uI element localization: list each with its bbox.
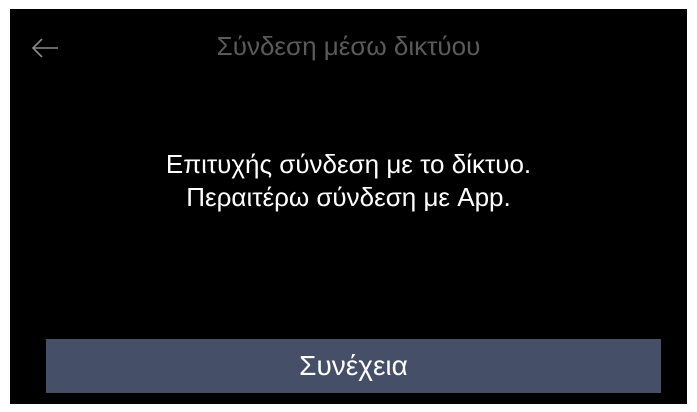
status-message: Επιτυχής σύνδεση με το δίκτυο. Περαιτέρω… xyxy=(10,148,687,214)
screen: Σύνδεση μέσω δικτύου Επιτυχής σύνδεση με… xyxy=(10,9,687,404)
message-line-1: Επιτυχής σύνδεση με το δίκτυο. xyxy=(165,149,532,179)
page-title: Σύνδεση μέσω δικτύου xyxy=(216,31,481,61)
message-line-2: Περαιτέρω σύνδεση με App. xyxy=(186,182,511,212)
continue-button[interactable]: Συνέχεια xyxy=(46,339,661,393)
